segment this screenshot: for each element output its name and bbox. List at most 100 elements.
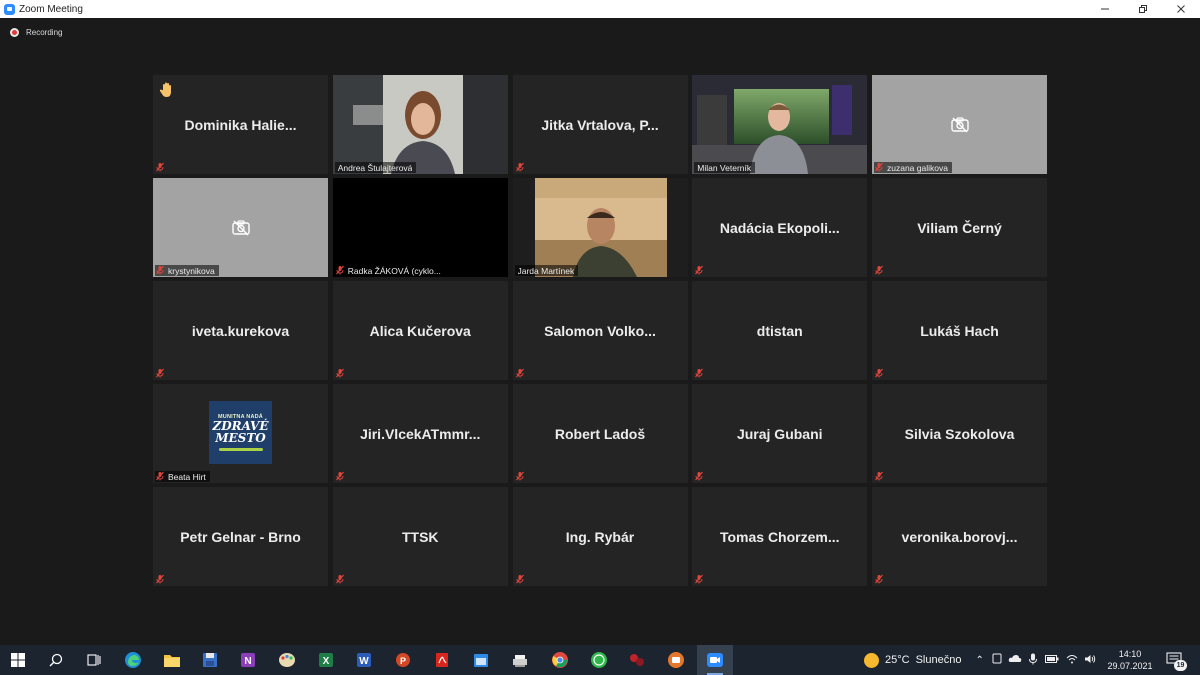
participant-name: Silvia Szokolova <box>904 425 1015 442</box>
word-icon[interactable]: W <box>354 650 374 670</box>
weather-condition: Slunečno <box>915 654 962 666</box>
file-explorer-icon[interactable] <box>162 650 182 670</box>
participant-tile[interactable]: Lukáš Hach <box>872 281 1047 380</box>
calendar-icon[interactable] <box>471 650 491 670</box>
mic-muted-icon <box>155 262 165 278</box>
scanner-icon[interactable] <box>510 650 530 670</box>
mic-muted-icon <box>515 365 525 381</box>
app-orange-icon[interactable] <box>666 650 686 670</box>
participant-tile[interactable]: Viliam Černý <box>872 178 1047 277</box>
participant-tile[interactable]: Alica Kučerova <box>332 281 508 380</box>
svg-text:N: N <box>244 656 251 667</box>
mic-muted-icon <box>155 571 165 587</box>
participant-tile[interactable]: Nadácia Ekopoli... <box>692 178 868 278</box>
mic-muted-icon <box>874 468 884 484</box>
save-icon[interactable] <box>200 650 220 670</box>
notifications-icon[interactable]: 19 <box>1166 651 1188 671</box>
participant-footer: Beata Hirt <box>155 471 210 482</box>
microphone-icon[interactable] <box>1028 653 1037 668</box>
participant-tile[interactable]: Radka ŽÁKOVÁ (cyklo... <box>332 178 508 277</box>
search-icon[interactable] <box>46 650 66 670</box>
profile-picture: MUNITNA NADÁ ZDRAVÉ MESTO <box>209 401 272 464</box>
participant-footer: Jarda Martínek <box>514 265 579 276</box>
touchpad-icon[interactable] <box>992 653 1002 667</box>
mic-muted-icon <box>335 365 345 381</box>
recording-indicator[interactable]: Recording <box>10 28 62 37</box>
participant-tile[interactable]: Juraj Gubani <box>692 384 868 483</box>
participant-footer <box>155 368 169 379</box>
restore-button[interactable] <box>1124 0 1162 18</box>
participant-tile[interactable]: Silvia Szokolova <box>872 384 1047 483</box>
wifi-icon[interactable] <box>1066 654 1078 667</box>
gallery-view: Dominika Halie... Andrea Štulajterová Jitk… <box>153 75 1047 586</box>
logo-text: MESTO <box>215 431 266 445</box>
mic-muted-icon <box>155 159 165 175</box>
participant-footer <box>515 471 529 482</box>
participant-name: Ing. Rybár <box>565 528 635 545</box>
mic-muted-icon <box>515 468 525 484</box>
participant-name: iveta.kurekova <box>191 322 290 339</box>
acrobat-icon[interactable] <box>432 650 452 670</box>
participant-footer <box>335 368 349 379</box>
mic-muted-icon <box>694 571 704 587</box>
participant-name: dtistan <box>756 322 803 339</box>
clock[interactable]: 14:10 29.07.2021 <box>1106 648 1154 672</box>
participant-name: Dominika Halie... <box>184 116 297 133</box>
onenote-icon[interactable]: N <box>238 650 258 670</box>
powerpoint-icon[interactable]: P <box>393 650 413 670</box>
participant-footer <box>335 471 349 482</box>
start-icon[interactable] <box>8 650 28 670</box>
participant-tile[interactable]: veronika.borovj... <box>872 487 1047 586</box>
participant-name: TTSK <box>401 528 439 545</box>
participant-name: Jiri.VlcekATmmr... <box>360 425 481 442</box>
participant-footer: zuzana galikova <box>874 162 952 173</box>
logo-stripe <box>218 448 263 451</box>
app-red-icon[interactable] <box>627 650 647 670</box>
weather-widget[interactable]: 25°C Slunečno <box>864 652 962 668</box>
whatsapp-icon[interactable] <box>589 650 609 670</box>
participant-tile[interactable]: zuzana galikova <box>872 75 1047 174</box>
participant-tile[interactable]: Jitka Vrtalova, P... <box>512 75 688 175</box>
participant-tile[interactable]: Andrea Štulajterová <box>332 75 508 174</box>
participant-tile[interactable]: MUNITNA NADÁ ZDRAVÉ MESTO Beata Hirt <box>153 384 328 483</box>
participant-tile[interactable]: Ing. Rybár <box>512 487 688 586</box>
chrome-icon[interactable] <box>550 650 570 670</box>
edge-icon[interactable] <box>123 650 143 670</box>
participant-tile[interactable]: dtistan <box>692 281 868 381</box>
participant-tile[interactable]: Milan Veterník <box>692 75 868 174</box>
battery-icon[interactable] <box>1044 654 1059 666</box>
mic-muted-icon <box>155 468 165 484</box>
participant-tile[interactable]: krystynikova <box>153 178 328 277</box>
participant-name: veronika.borovj... <box>901 528 1018 545</box>
mic-muted-icon <box>694 365 704 381</box>
participant-tile[interactable]: Salomon Volko... <box>512 281 688 381</box>
participant-footer <box>874 471 888 482</box>
zoom-app-icon <box>4 3 15 15</box>
excel-icon[interactable]: X <box>316 650 336 670</box>
mic-muted-icon <box>335 571 345 587</box>
participant-tile[interactable]: Jarda Martínek <box>512 178 688 277</box>
chevron-up-icon[interactable]: ⌃ <box>975 655 983 666</box>
participant-tile[interactable]: Dominika Halie... <box>153 75 328 174</box>
participant-footer <box>874 265 888 276</box>
participant-name: Andrea Štulajterová <box>337 162 413 173</box>
participant-tile[interactable]: Tomas Chorzem... <box>692 487 868 587</box>
zoom-icon[interactable] <box>705 650 725 675</box>
volume-icon[interactable] <box>1084 654 1096 667</box>
close-button[interactable] <box>1162 0 1200 18</box>
paint-icon[interactable] <box>277 650 297 670</box>
task-view-icon[interactable] <box>84 650 104 670</box>
participant-tile[interactable]: iveta.kurekova <box>153 281 328 380</box>
mic-muted-icon <box>874 365 884 381</box>
participant-tile[interactable]: TTSK <box>332 487 508 586</box>
participant-tile[interactable]: Robert Ladoš <box>512 384 688 483</box>
participant-footer <box>335 574 349 585</box>
participant-tile[interactable]: Jiri.VlcekATmmr... <box>332 384 508 483</box>
participant-footer: Radka ŽÁKOVÁ (cyklo... <box>334 265 445 276</box>
onedrive-icon[interactable] <box>1008 654 1022 666</box>
minimize-button[interactable] <box>1086 0 1124 18</box>
participant-tile[interactable]: Petr Gelnar - Brno <box>153 487 328 586</box>
mic-muted-icon <box>694 262 704 278</box>
mic-muted-icon <box>515 159 525 175</box>
windows-taskbar: N X W P 25°C Slunečno ⌃ 14:10 29.07.2021 19 <box>0 645 1200 675</box>
